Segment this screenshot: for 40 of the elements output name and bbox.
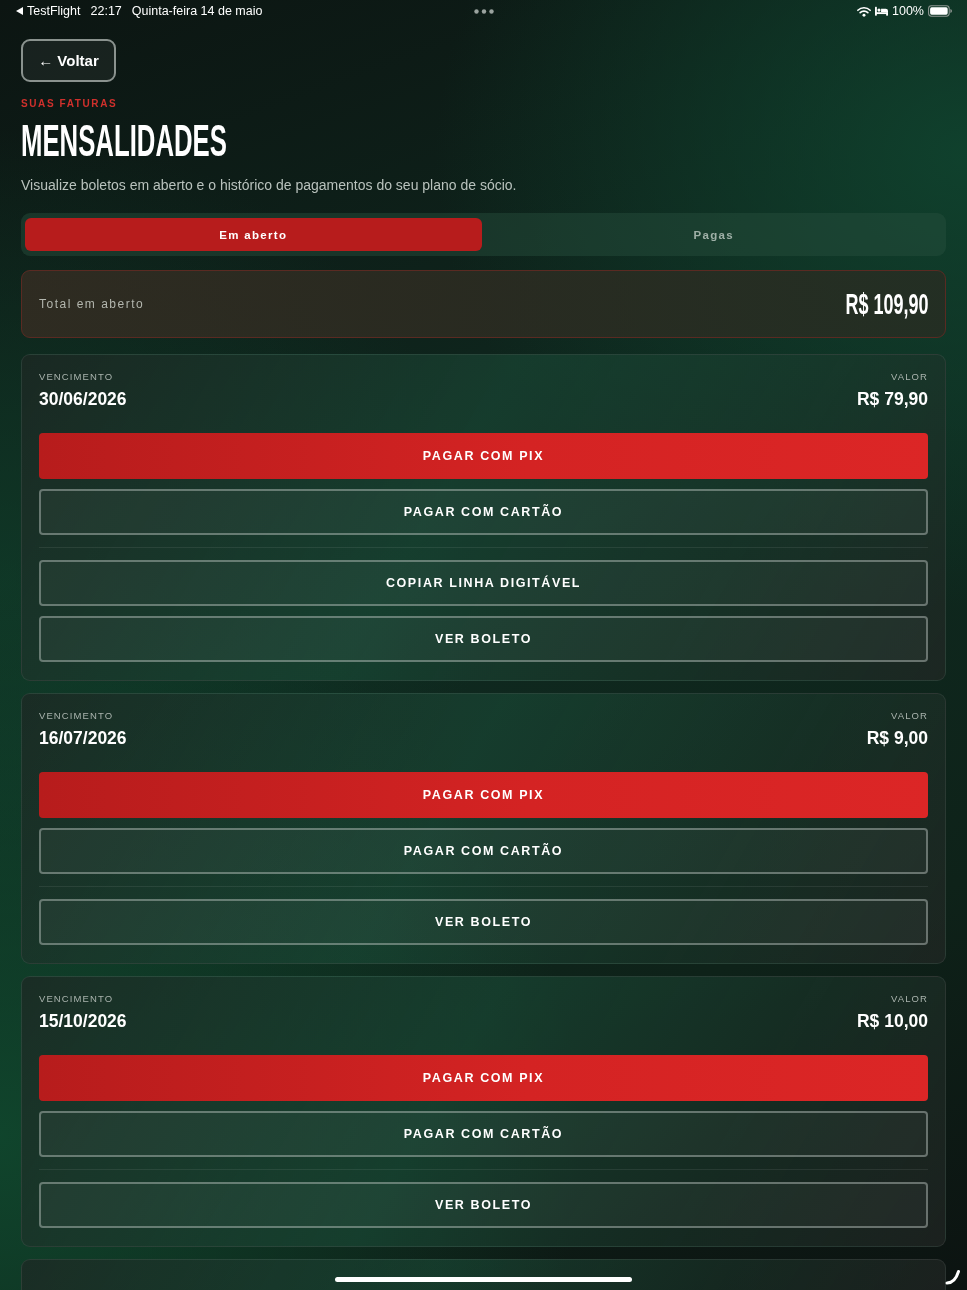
- due-label: VENCIMENTO: [39, 710, 114, 722]
- outline-action-button[interactable]: PAGAR COM CARTÃO: [39, 489, 928, 535]
- total-value: R$ 109,90: [844, 289, 928, 319]
- primary-action-button[interactable]: PAGAR COM PIX: [39, 772, 928, 818]
- tab[interactable]: Em aberto: [25, 218, 482, 251]
- amount-label: VALOR: [891, 371, 928, 383]
- amount-label: VALOR: [891, 710, 928, 722]
- outline-action-button[interactable]: PAGAR COM CARTÃO: [39, 1111, 928, 1157]
- amount-value: R$ 79,90: [856, 388, 928, 410]
- total-label: Total em aberto: [39, 297, 145, 311]
- due-label: VENCIMENTO: [39, 993, 114, 1005]
- due-date: 16/07/2026: [39, 727, 127, 749]
- tab[interactable]: Pagas: [485, 218, 942, 251]
- eyebrow-text: SUAS FATURAS: [21, 98, 119, 110]
- amount-label: VALOR: [891, 993, 928, 1005]
- bed-icon: [875, 6, 888, 16]
- page-description: Visualize boletos em aberto e o histórico de pagamentos do seu plano de sócio.: [21, 176, 518, 195]
- more-dots-icon[interactable]: [474, 8, 494, 14]
- back-app-link[interactable]: TestFlight: [27, 4, 81, 18]
- due-date: 15/10/2026: [39, 1010, 127, 1032]
- curved-stroke-icon: [945, 1269, 961, 1285]
- date-text: Quinta-feira 14 de maio: [131, 4, 263, 18]
- outline-action-button[interactable]: VER BOLETO: [39, 899, 928, 945]
- outline-action-button[interactable]: COPIAR LINHA DIGITÁVEL: [39, 560, 928, 606]
- battery-percent: 100%: [892, 4, 924, 18]
- outline-action-button[interactable]: VER BOLETO: [39, 616, 928, 662]
- primary-action-button[interactable]: PAGAR COM PIX: [39, 433, 928, 479]
- outline-action-button[interactable]: VER BOLETO: [39, 1182, 928, 1228]
- amount-value: R$ 10,00: [856, 1010, 928, 1032]
- due-date: 30/06/2026: [39, 388, 127, 410]
- outline-action-button[interactable]: PAGAR COM CARTÃO: [39, 828, 928, 874]
- due-label: VENCIMENTO: [39, 371, 114, 383]
- wifi-icon: [857, 5, 871, 17]
- triangle-left-icon[interactable]: [16, 7, 23, 15]
- page-title: MENSALIDADES: [21, 119, 227, 163]
- battery-icon: [928, 5, 952, 17]
- primary-action-button[interactable]: PAGAR COM PIX: [39, 1055, 928, 1101]
- amount-value: R$ 9,00: [866, 727, 928, 749]
- time-text: 22:17: [90, 4, 122, 18]
- back-button[interactable]: ← Voltar: [21, 39, 116, 82]
